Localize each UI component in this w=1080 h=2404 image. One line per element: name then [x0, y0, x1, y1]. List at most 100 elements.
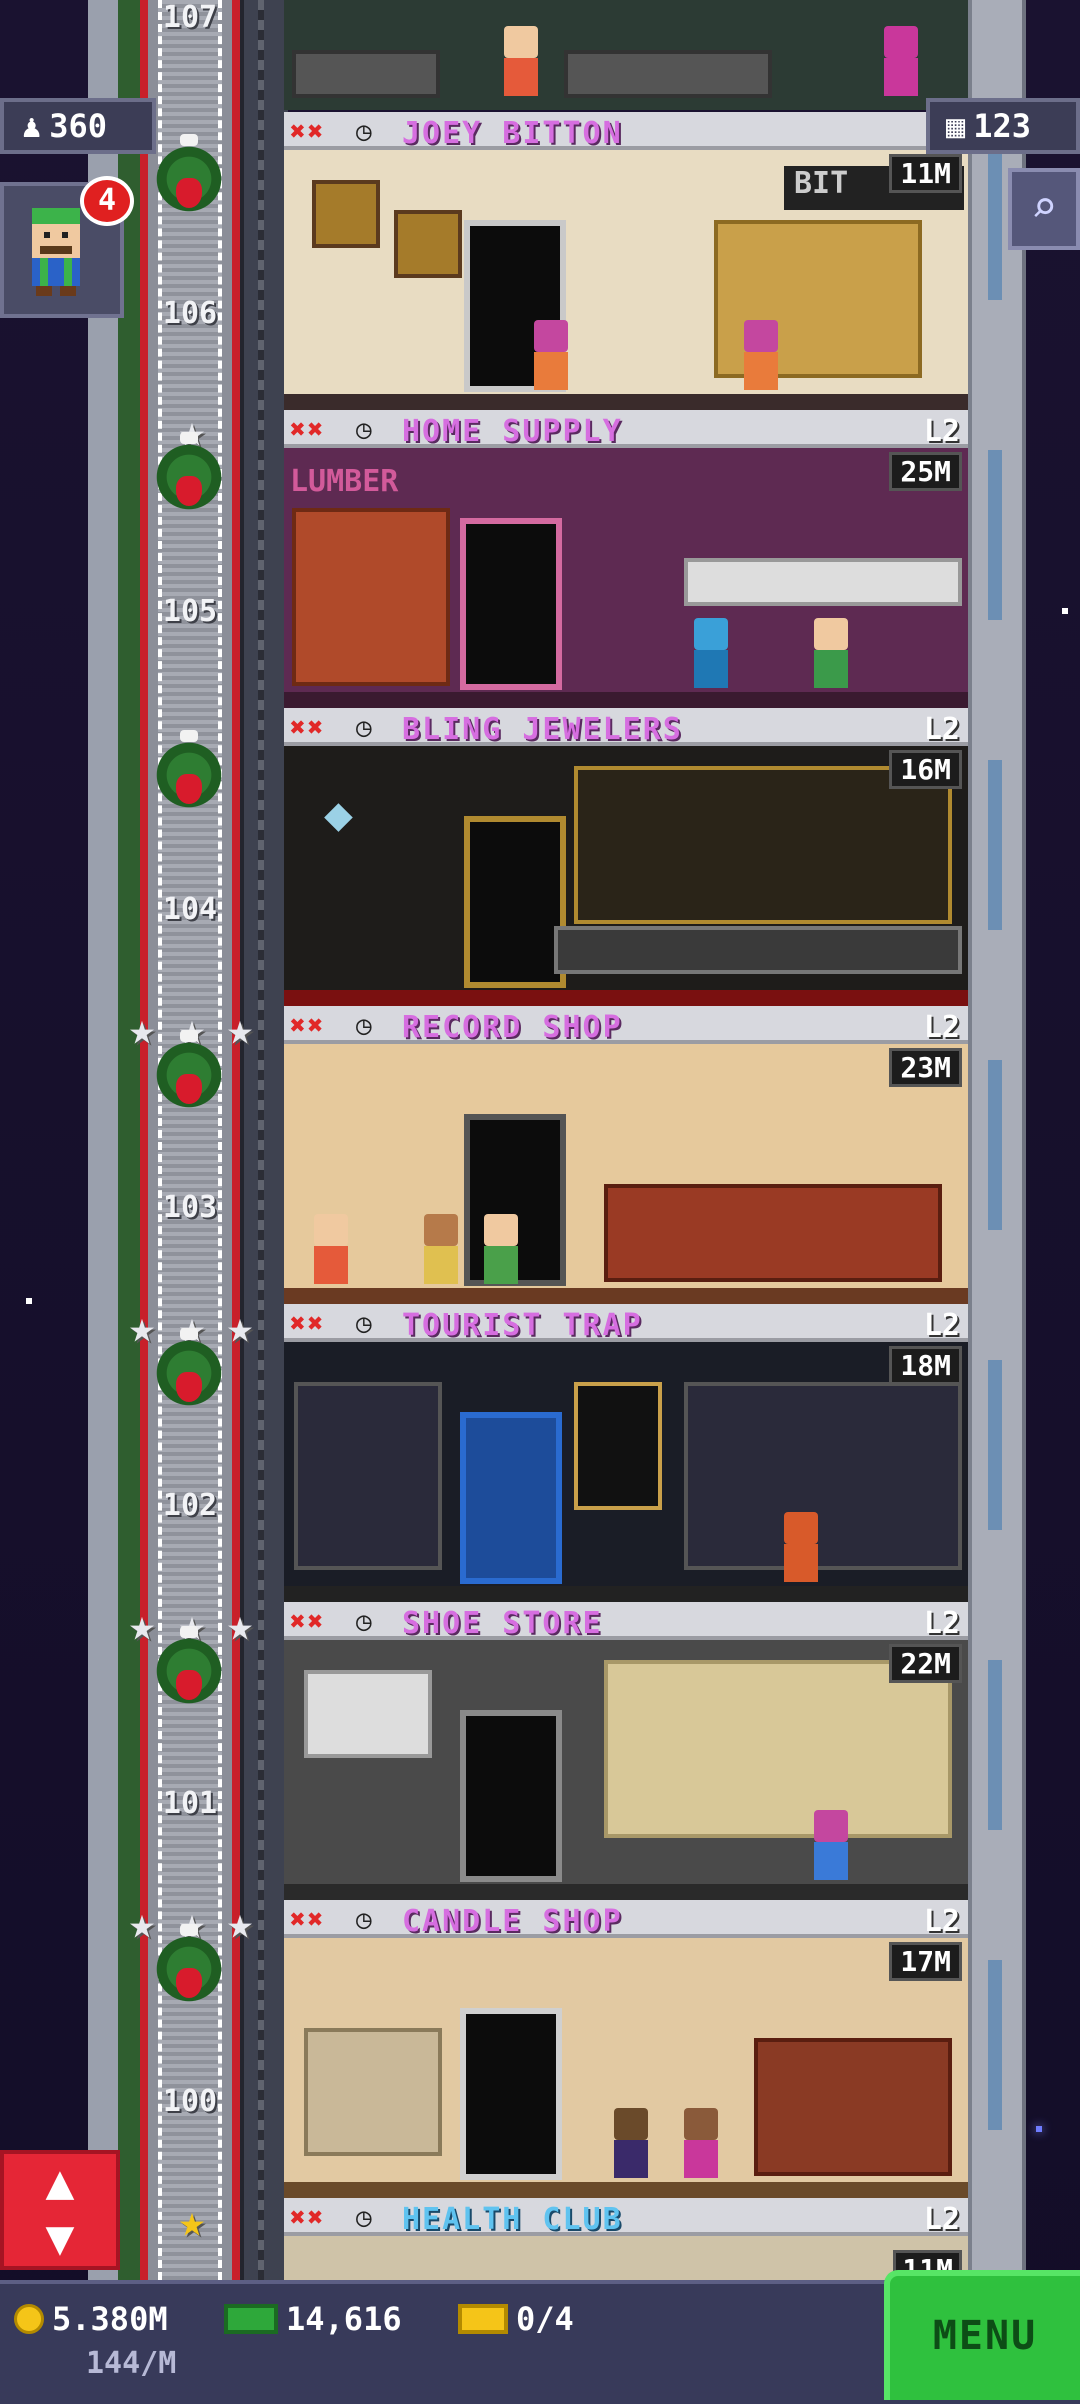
floor-title-bar: ✖✖ ◷ JOEY BITTON L	[284, 112, 968, 151]
background-star	[1062, 608, 1068, 614]
magnifier-icon[interactable]: ⌕	[1008, 168, 1080, 250]
restock-timer: 22M	[889, 1644, 962, 1683]
closed-icon: ✖✖	[290, 1011, 326, 1041]
restock-timer: 23M	[889, 1048, 962, 1087]
floor-title-bar: ✖✖ ◷ TOURIST TRAP L2	[284, 1304, 968, 1343]
store-name: HOME SUPPLY	[402, 414, 623, 449]
tower-window	[988, 1660, 1002, 1830]
closed-icon: ✖✖	[290, 1905, 326, 1935]
ticket-value: 0/4	[516, 2300, 574, 2338]
clock-icon: ◷	[356, 1905, 372, 1935]
tower-window	[988, 450, 1002, 620]
coin-icon	[14, 2304, 44, 2334]
floor-health-club[interactable]: ✖✖ ◷ HEALTH CLUB L2 11M	[284, 2198, 968, 2280]
closed-icon: ✖✖	[290, 117, 326, 147]
floor-100[interactable]: ✖✖ ◷ CANDLE SHOP L2 17M	[284, 1900, 968, 2198]
floor-107-partial[interactable]	[284, 0, 968, 110]
bitizen-face-icon	[32, 208, 80, 296]
floor-number: 100	[162, 2084, 218, 2119]
wreath-icon	[150, 730, 228, 814]
star-icon: ★	[128, 1004, 156, 1055]
tower-window	[988, 1960, 1002, 2130]
building-floors-icon: ▦	[946, 107, 966, 145]
restock-timer: 18M	[889, 1346, 962, 1385]
closed-icon: ✖✖	[290, 713, 326, 743]
background-star	[26, 1298, 32, 1304]
floor-title-bar: ✖✖ ◷ HOME SUPPLY L2	[284, 410, 968, 449]
store-room[interactable]: BIT	[284, 150, 968, 410]
restock-timer: 16M	[889, 750, 962, 789]
store-room[interactable]	[284, 1044, 968, 1304]
store-level: L2	[923, 2202, 960, 2237]
floor-number: 107	[162, 0, 218, 35]
bux-balance[interactable]: 14,616	[224, 2300, 402, 2338]
tower-left-wall	[88, 0, 122, 2280]
star-icon: ★	[128, 1302, 156, 1353]
wreath-icon	[150, 1924, 228, 2008]
store-room[interactable]	[284, 1938, 968, 2198]
store-room[interactable]	[284, 1640, 968, 1900]
elevator-button[interactable]: ▲ ▼	[0, 2150, 120, 2270]
population-counter[interactable]: ♟ 360	[0, 98, 156, 154]
store-room[interactable]: LUMBER	[284, 448, 968, 708]
clock-icon: ◷	[356, 1309, 372, 1339]
tower-window	[988, 760, 1002, 930]
floor-102[interactable]: ✖✖ ◷ TOURIST TRAP L2 18M	[284, 1304, 968, 1602]
coin-rate: 144/M	[86, 2346, 177, 2381]
coin-value: 5.380M	[52, 2300, 168, 2338]
closed-icon: ✖✖	[290, 2203, 326, 2233]
wreath-icon	[150, 432, 228, 516]
floor-number: 106	[162, 296, 218, 331]
tower-window	[988, 1060, 1002, 1230]
store-room[interactable]	[284, 2236, 968, 2280]
store-name: CANDLE SHOP	[402, 1904, 623, 1939]
floor-title-bar: ✖✖ ◷ CANDLE SHOP L2	[284, 1900, 968, 1939]
store-room[interactable]	[284, 1342, 968, 1602]
star-icon: ★	[226, 1302, 254, 1353]
star-icon: ★	[226, 1898, 254, 1949]
store-level: L2	[923, 712, 960, 747]
store-door	[460, 1710, 562, 1882]
wreath-icon	[150, 1030, 228, 1114]
store-door	[464, 816, 566, 988]
clock-icon: ◷	[356, 1011, 372, 1041]
store-level: L2	[923, 1308, 960, 1343]
store-name: TOURIST TRAP	[402, 1308, 643, 1343]
ticket-icon	[458, 2304, 508, 2334]
notification-badge: 4	[80, 176, 134, 226]
ticket-balance[interactable]: 0/4	[458, 2300, 574, 2338]
star-icon: ★	[128, 1898, 156, 1949]
floor-count-value: 123	[973, 107, 1032, 145]
restock-timer: 11M	[889, 154, 962, 193]
floor-number: 103	[162, 1190, 218, 1225]
store-door	[460, 2008, 562, 2180]
floor-number: 101	[162, 1786, 218, 1821]
floor-title-bar: ✖✖ ◷ SHOE STORE L2	[284, 1602, 968, 1641]
store-room[interactable]: ◆	[284, 746, 968, 1006]
clock-icon: ◷	[356, 2203, 372, 2233]
restock-timer: 25M	[889, 452, 962, 491]
floor-101[interactable]: ✖✖ ◷ SHOE STORE L2 22M	[284, 1602, 968, 1900]
floor-105[interactable]: ✖✖ ◷ HOME SUPPLY L2 LUMBER 25M	[284, 410, 968, 708]
floor-number: 104	[162, 892, 218, 927]
person-icon: ♟	[22, 107, 42, 145]
star-icon: ★	[226, 1004, 254, 1055]
closed-icon: ✖✖	[290, 415, 326, 445]
floor-106[interactable]: ✖✖ ◷ JOEY BITTON L BIT 11M	[284, 112, 968, 410]
star-icon: ★	[178, 2196, 206, 2247]
up-down-arrows-icon: ▲ ▼	[45, 2154, 75, 2266]
floor-104[interactable]: ✖✖ ◷ BLING JEWELERS L2 ◆ 16M	[284, 708, 968, 1006]
closed-icon: ✖✖	[290, 1309, 326, 1339]
floor-counter[interactable]: ▦ 123	[926, 98, 1080, 154]
floor-title-bar: ✖✖ ◷ RECORD SHOP L2	[284, 1006, 968, 1045]
menu-button[interactable]: MENU	[884, 2270, 1080, 2400]
clock-icon: ◷	[356, 415, 372, 445]
store-level: L2	[923, 1010, 960, 1045]
store-name: SHOE STORE	[402, 1606, 603, 1641]
store-level: L2	[923, 1606, 960, 1641]
restock-timer: 17M	[889, 1942, 962, 1981]
clock-icon: ◷	[356, 713, 372, 743]
clock-icon: ◷	[356, 1607, 372, 1637]
floor-103[interactable]: ✖✖ ◷ RECORD SHOP L2 23M	[284, 1006, 968, 1304]
star-icon: ★	[226, 1600, 254, 1651]
